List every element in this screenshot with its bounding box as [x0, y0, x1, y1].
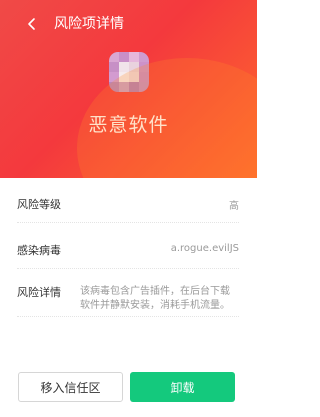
virus-label: 感染病毒 — [17, 244, 61, 257]
virus-row: 感染病毒 a.rogue.evilJS — [17, 242, 239, 269]
risk-level-row: 风险等级 高 — [17, 196, 239, 223]
risk-header-banner: 风险项详情 恶意软件 — [0, 0, 257, 178]
risk-detail-label: 风险详情 — [17, 286, 61, 299]
virus-value: a.rogue.evilJS — [170, 243, 239, 254]
risk-detail-description: 该病毒包含广告插件，在后台下载软件并静默安装，消耗手机流量。 — [80, 286, 230, 311]
chevron-left-icon[interactable] — [22, 14, 42, 34]
app-name: 恶意软件 — [88, 114, 169, 136]
app-icon — [109, 52, 149, 92]
move-to-trust-zone-button[interactable]: 移入信任区 — [18, 372, 123, 402]
risk-level-value: 高 — [229, 201, 239, 212]
risk-level-label: 风险等级 — [17, 198, 61, 211]
page-title: 风险项详情 — [54, 16, 124, 32]
uninstall-button[interactable]: 卸载 — [130, 372, 235, 402]
risk-detail-row: 风险详情 该病毒包含广告插件，在后台下载软件并静默安装，消耗手机流量。 — [17, 284, 239, 317]
